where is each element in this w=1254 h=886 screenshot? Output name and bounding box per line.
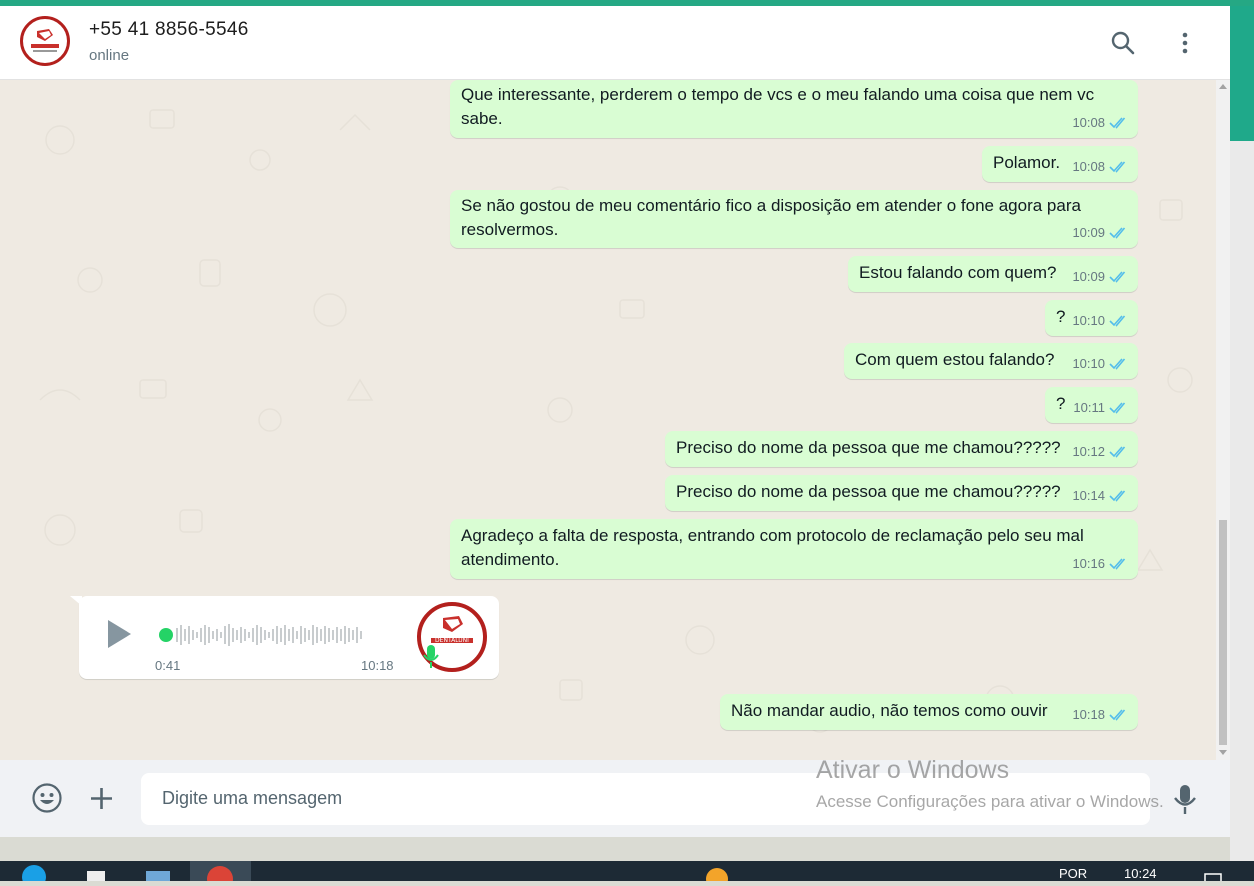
message-list-scrollbar[interactable] <box>1216 80 1230 760</box>
message-text: Agradeço a falta de resposta, entrando c… <box>461 526 1084 545</box>
message-bubble-outgoing[interactable]: ? 10:10 <box>1045 300 1138 336</box>
message-time: 10:08 <box>1072 159 1105 174</box>
microphone-icon <box>423 645 439 668</box>
message-bubble-outgoing[interactable]: Se não gostou de meu comentário fico a d… <box>450 190 1138 248</box>
windows-activation-title: Ativar o Windows <box>816 756 1010 784</box>
avatar-brand-text: DENTALUNI <box>435 637 469 644</box>
contact-status: online <box>89 47 130 64</box>
file-icon[interactable] <box>84 861 108 883</box>
double-check-read-icon <box>1109 558 1126 570</box>
double-check-read-icon <box>1109 271 1126 283</box>
message-input-placeholder: Digite uma mensagem <box>162 788 343 808</box>
windows-activation-subtitle: Acesse Configurações para ativar o Windo… <box>816 792 1164 811</box>
message-time: 10:08 <box>1072 115 1105 130</box>
notification-app-icon[interactable] <box>703 861 731 886</box>
message-time: 10:09 <box>1072 225 1105 240</box>
scroll-up-arrow-icon[interactable] <box>1219 84 1227 89</box>
message-text: resolvermos. <box>461 220 559 239</box>
message-text: Preciso do nome da pessoa que me chamou?… <box>676 482 1061 501</box>
message-text: Não mandar audio, não temos como ouvir <box>731 701 1048 720</box>
microphone-icon[interactable] <box>1172 784 1198 816</box>
double-check-read-icon <box>1109 446 1126 458</box>
attach-plus-icon[interactable] <box>89 786 114 811</box>
double-check-read-icon <box>1109 490 1126 502</box>
double-check-read-icon <box>1109 315 1126 327</box>
message-bubble-outgoing[interactable]: Polamor. 10:08 <box>982 146 1138 182</box>
message-bubble-outgoing[interactable]: Com quem estou falando? 10:10 <box>844 343 1138 379</box>
windows-taskbar: POR 10:24 <box>0 861 1254 886</box>
side-panel-strip <box>1230 6 1254 861</box>
double-check-read-icon <box>1109 402 1126 414</box>
audio-waveform[interactable] <box>157 620 387 650</box>
message-text: Preciso do nome da pessoa que me chamou?… <box>676 438 1061 457</box>
chat-window: +55 41 8856-5546 online Que interessante… <box>0 6 1230 837</box>
message-bubble-outgoing[interactable]: Que interessante, perderem o tempo de vc… <box>450 80 1138 138</box>
double-check-read-icon <box>1109 161 1126 173</box>
message-time: 10:11 <box>1073 400 1105 415</box>
message-text: ? <box>1056 307 1066 326</box>
chat-header[interactable]: +55 41 8856-5546 online <box>0 6 1230 80</box>
computer-icon[interactable] <box>143 861 173 883</box>
contact-avatar[interactable] <box>20 16 70 66</box>
message-bubble-outgoing[interactable]: Preciso do nome da pessoa que me chamou?… <box>665 431 1138 467</box>
message-time: 10:18 <box>361 658 394 673</box>
message-time: 10:12 <box>1072 444 1105 459</box>
message-text: Com quem estou falando? <box>855 350 1055 369</box>
voice-message-bubble[interactable]: 0:41 10:18 DENTALUNI <box>79 596 499 679</box>
action-center-icon[interactable] <box>1203 861 1223 885</box>
message-time: 10:10 <box>1072 356 1105 371</box>
input-language[interactable]: POR <box>1059 866 1087 881</box>
message-text: Que interessante, perderem o tempo de vc… <box>461 85 1095 104</box>
audio-duration: 0:41 <box>155 658 181 673</box>
side-panel-accent <box>1230 6 1254 141</box>
message-time: 10:09 <box>1072 269 1105 284</box>
message-bubble-outgoing[interactable]: Estou falando com quem? 10:09 <box>848 256 1138 292</box>
scroll-down-arrow-icon[interactable] <box>1219 750 1227 755</box>
double-check-read-icon <box>1109 117 1126 129</box>
message-text: atendimento. <box>461 550 560 569</box>
double-check-read-icon <box>1109 709 1126 721</box>
skype-icon[interactable] <box>20 861 48 886</box>
message-bubble-outgoing[interactable]: Agradeço a falta de resposta, entrando c… <box>450 519 1138 579</box>
chrome-taskbar-button[interactable] <box>190 861 251 886</box>
more-options-icon[interactable] <box>1172 30 1198 56</box>
message-text: ? <box>1056 394 1066 413</box>
message-text: Estou falando com quem? <box>859 263 1057 282</box>
dentaluni-logo-icon <box>24 20 66 62</box>
emoji-icon[interactable] <box>31 782 63 814</box>
message-text: sabe. <box>461 109 503 128</box>
message-bubble-outgoing[interactable]: Preciso do nome da pessoa que me chamou?… <box>665 475 1138 511</box>
taskbar-clock[interactable]: 10:24 <box>1124 866 1157 881</box>
double-check-read-icon <box>1109 358 1126 370</box>
message-text: Se não gostou de meu comentário fico a d… <box>461 196 1081 215</box>
message-time: 10:18 <box>1072 707 1105 722</box>
message-time: 10:14 <box>1072 488 1105 503</box>
message-time: 10:16 <box>1072 556 1105 571</box>
message-text: Polamor. <box>993 153 1061 172</box>
play-icon[interactable] <box>105 618 133 650</box>
message-bubble-outgoing[interactable]: ? 10:11 <box>1045 387 1138 423</box>
contact-name[interactable]: +55 41 8856-5546 <box>89 19 249 41</box>
scrollbar-thumb[interactable] <box>1219 520 1227 745</box>
message-time: 10:10 <box>1072 313 1105 328</box>
double-check-read-icon <box>1109 227 1126 239</box>
search-icon[interactable] <box>1110 30 1136 56</box>
message-list[interactable]: Que interessante, perderem o tempo de vc… <box>0 80 1230 760</box>
message-bubble-outgoing[interactable]: Não mandar audio, não temos como ouvir 1… <box>720 694 1138 730</box>
